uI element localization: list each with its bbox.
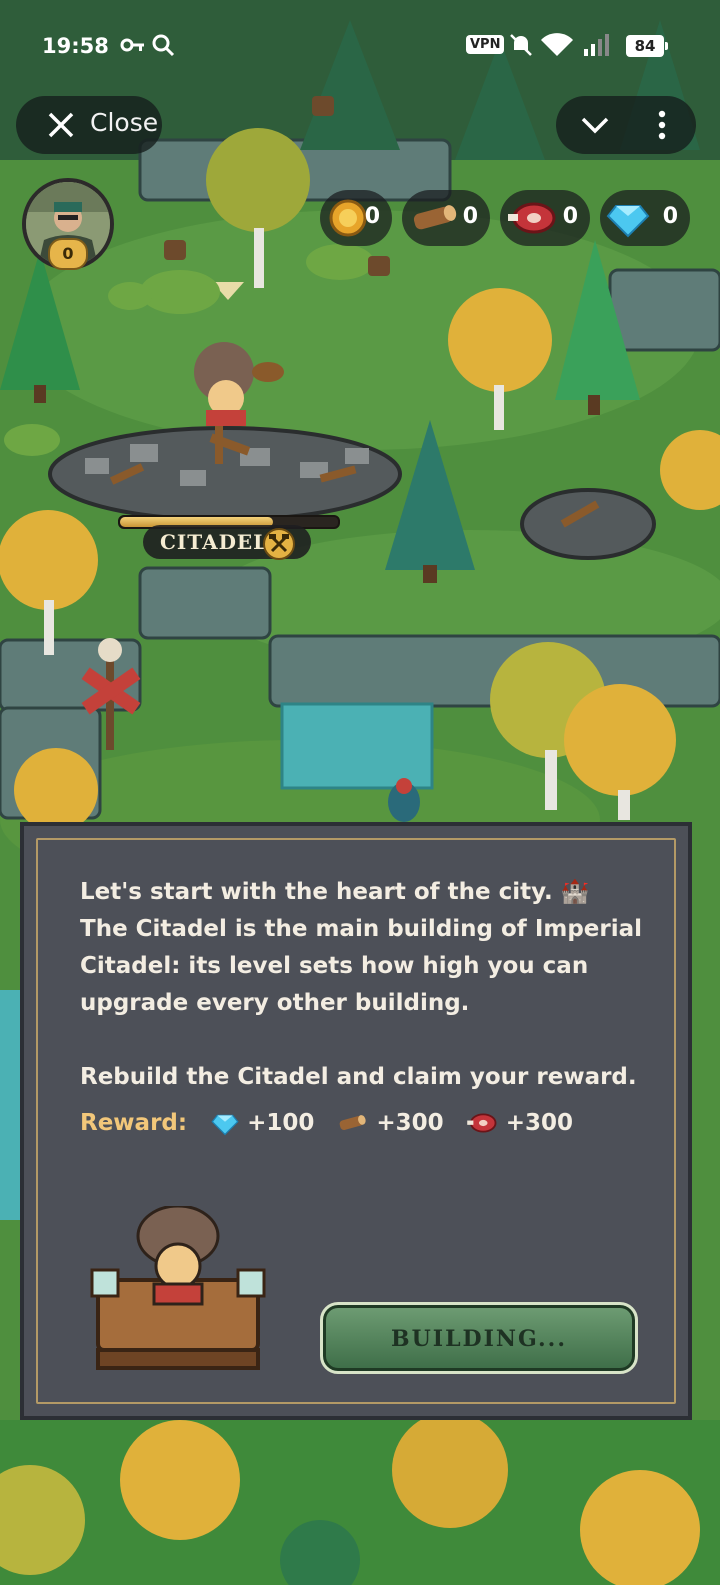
meat-icon (508, 202, 556, 234)
search-icon (150, 32, 176, 63)
status-bar: 19:58 VPN 84 (0, 0, 720, 92)
citadel-label-text: CITADEL (160, 530, 269, 554)
dialog-line-1: Let's start with the heart of the city. … (80, 879, 590, 905)
close-label: Close (90, 108, 159, 137)
reward-meat-amount: +300 (505, 1110, 573, 1136)
building-button-label: BUILDING... (391, 1326, 567, 1352)
reward-row: Reward: +100 +300 +300 (80, 1106, 595, 1140)
reward-gems: +100 (211, 1109, 314, 1137)
status-time: 19:58 (42, 34, 109, 58)
signal-icon (582, 32, 610, 63)
citadel-building-label[interactable]: CITADEL (143, 525, 311, 560)
reward-label: Reward: (80, 1110, 188, 1136)
mascot-illustration (90, 1206, 266, 1370)
chevron-down-icon[interactable] (580, 112, 610, 138)
close-icon (48, 112, 74, 138)
player-level-badge: 0 (48, 238, 88, 270)
resource-wood-value: 0 (462, 204, 478, 229)
wood-log-icon (413, 205, 457, 230)
resource-meat-value: 0 (562, 204, 578, 229)
more-vertical-icon[interactable] (654, 110, 670, 140)
wifi-icon (540, 32, 574, 63)
dialog-message: Let's start with the heart of the city. … (80, 874, 660, 1096)
resource-wood[interactable]: 0 (402, 190, 490, 246)
resource-gold[interactable]: 0 (320, 190, 392, 246)
dialog-line-2: The Citadel is the main building of Impe… (80, 916, 643, 1016)
reward-meat: +300 (466, 1109, 573, 1137)
battery-indicator: 84 (626, 35, 668, 57)
reward-wood: +300 (336, 1109, 444, 1137)
resource-meat[interactable]: 0 (500, 190, 590, 246)
vpn-badge: VPN (466, 35, 505, 54)
close-button[interactable]: Close (16, 96, 162, 154)
resource-gold-value: 0 (364, 204, 380, 229)
resource-gems-value: 0 (662, 204, 678, 229)
tutorial-dialog: Let's start with the heart of the city. … (20, 822, 692, 1420)
game-screen: 19:58 VPN 84 Close 0 0 0 0 0 CITADEL Let… (0, 0, 720, 1585)
meat-icon (466, 1113, 497, 1133)
diamond-icon (211, 1114, 239, 1136)
key-icon (120, 32, 146, 63)
building-button[interactable]: BUILDING... (320, 1302, 638, 1374)
header-menu (556, 96, 696, 154)
reward-wood-amount: +300 (376, 1110, 444, 1136)
wood-log-icon (340, 1115, 367, 1130)
reward-gems-amount: +100 (247, 1110, 315, 1136)
resource-gems[interactable]: 0 (600, 190, 690, 246)
diamond-icon (606, 205, 650, 238)
gold-coin-icon (329, 199, 367, 237)
build-hammer-icon (263, 528, 295, 560)
dialog-line-3: Rebuild the Citadel and claim your rewar… (80, 1064, 637, 1090)
mute-icon (508, 32, 534, 63)
